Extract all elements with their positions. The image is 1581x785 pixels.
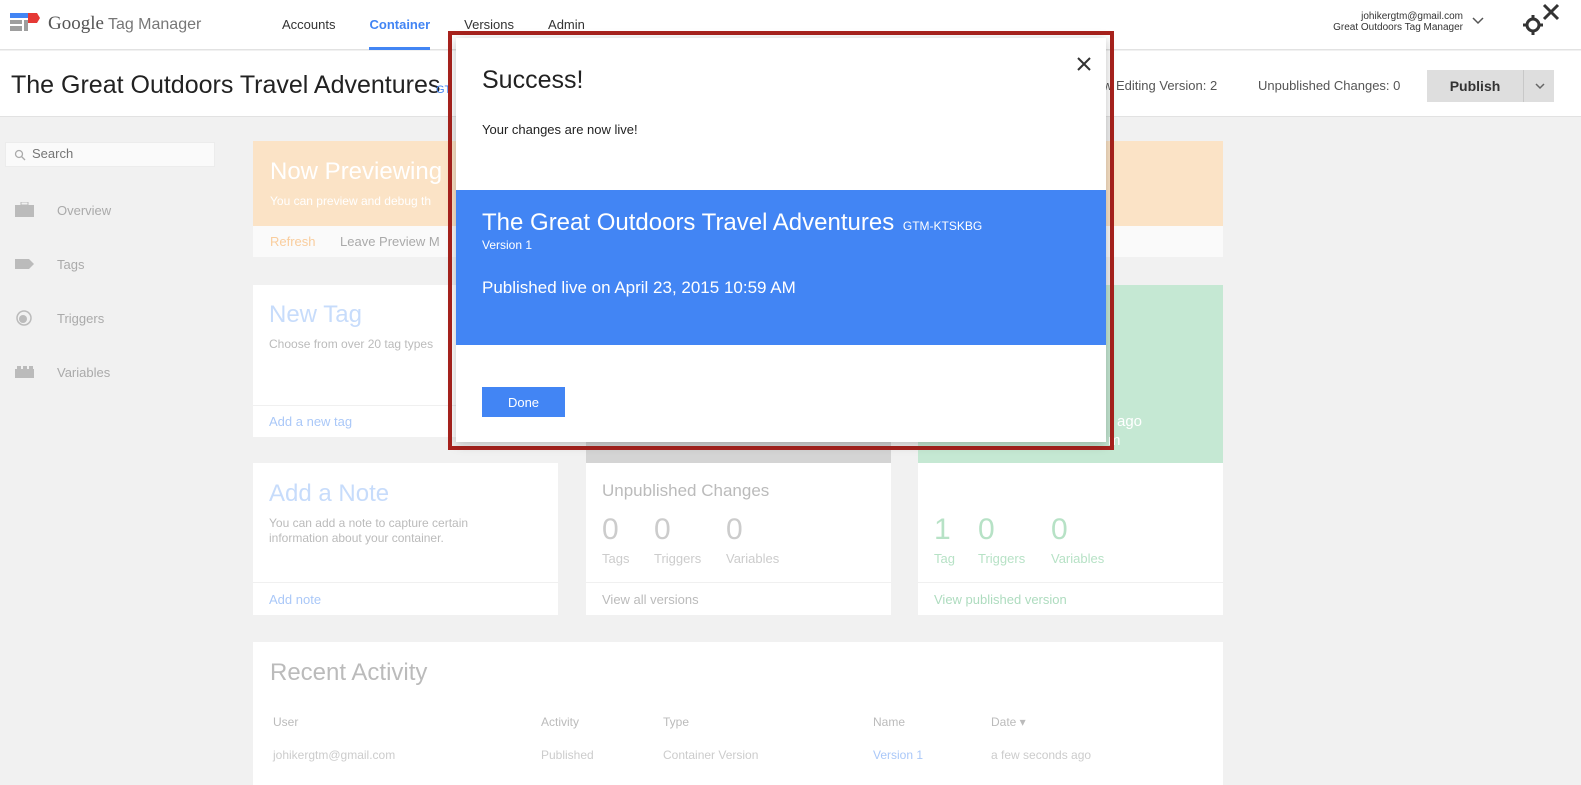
card-description: Choose from over 20 tag types [269, 337, 434, 351]
stat-value: 0 [726, 513, 743, 546]
divider [918, 582, 1223, 583]
column-header-date[interactable]: Date ▾ [991, 715, 1026, 729]
search-icon [14, 149, 26, 161]
stat-value: 0 [654, 513, 671, 546]
briefcase-icon [15, 202, 34, 217]
stat-label: Tags [602, 551, 630, 566]
card-title: Add a Note [269, 480, 390, 507]
table-cell-type: Container Version [663, 748, 759, 762]
logo-product-text: Tag Manager [107, 16, 202, 33]
chevron-down-icon[interactable] [1471, 14, 1485, 28]
stat-value: 1 [934, 513, 951, 546]
stat-value: 0 [602, 513, 619, 546]
sidebar-item-label: Variables [57, 364, 111, 380]
refresh-link[interactable]: Refresh [270, 234, 316, 249]
nav-container[interactable]: Container [369, 0, 431, 50]
column-header-activity: Activity [541, 715, 580, 729]
unpublished-changes-count: Unpublished Changes: 0 [1258, 78, 1401, 93]
blocks-icon [15, 366, 34, 378]
published-container-id: GTM-KTSKBG [902, 219, 983, 233]
published-version-summary: The Great Outdoors Travel Adventures GTM… [456, 190, 1106, 345]
column-header-name: Name [873, 715, 906, 729]
done-button[interactable]: Done [482, 387, 565, 417]
sidebar-item-label: Triggers [57, 310, 105, 326]
preview-subtitle: You can preview and debug th [270, 194, 432, 208]
card-description: You can add a note to capture certain [269, 516, 469, 530]
trigger-icon [16, 310, 32, 326]
nav-accounts[interactable]: Accounts [282, 0, 335, 50]
publish-menu-button[interactable] [1523, 70, 1554, 102]
published-stats-card: 1 Tag 0 Triggers 0 Variables View publis… [918, 463, 1223, 615]
container-title: The Great Outdoors Travel Adventures [11, 71, 441, 99]
unpublished-changes-card: Unpublished Changes 0 Tags 0 Triggers 0 … [586, 463, 891, 615]
sidebar-item-tags[interactable]: Tags [14, 254, 84, 274]
column-header-user: User [273, 715, 299, 729]
publish-button[interactable]: Publish [1427, 70, 1523, 102]
stat-label: Variables [1051, 551, 1105, 566]
stat-value: 0 [978, 513, 995, 546]
leave-preview-link[interactable]: Leave Preview M [340, 234, 440, 249]
stat-label: Variables [726, 551, 780, 566]
column-header-type: Type [663, 715, 690, 729]
stat-label: Tag [934, 551, 955, 566]
stat-value: 0 [1051, 513, 1068, 546]
stat-label: Triggers [654, 551, 702, 566]
dialog-title: Success! [482, 66, 584, 94]
table-cell-date: a few seconds ago [991, 748, 1092, 762]
view-all-versions-link[interactable]: View all versions [602, 592, 699, 607]
account-email: johikergtm@gmail.com [1361, 11, 1463, 22]
preview-title: Now Previewing [270, 158, 443, 185]
recent-activity-card: Recent Activity User Activity Type Name … [253, 642, 1223, 785]
add-note-link[interactable]: Add note [269, 592, 321, 607]
product-logo[interactable]: Google Tag Manager [48, 13, 201, 35]
success-dialog: Success! Your changes are now live! The … [456, 38, 1106, 442]
view-published-version-link[interactable]: View published version [934, 592, 1067, 607]
close-icon[interactable] [1075, 55, 1093, 73]
table-cell-activity: Published [541, 748, 594, 762]
recent-activity-title: Recent Activity [270, 659, 428, 686]
account-name: Great Outdoors Tag Manager [1333, 22, 1463, 33]
container-name-text: The Great Outdoors Travel Adventures [482, 209, 895, 236]
published-ago-text: ago [1117, 413, 1143, 430]
published-container-name: The Great Outdoors Travel Adventures GTM… [482, 209, 982, 237]
sidebar-item-overview[interactable]: Overview [14, 200, 111, 220]
sidebar-item-label: Overview [57, 202, 112, 218]
sidebar-item-label: Tags [57, 256, 85, 272]
editing-version: w Editing Version: 2 [1103, 78, 1218, 93]
sidebar-search[interactable] [5, 142, 215, 167]
add-new-tag-link[interactable]: Add a new tag [269, 414, 352, 429]
published-timestamp: Published live on April 23, 2015 10:59 A… [482, 278, 796, 297]
sidebar-item-variables[interactable]: Variables [14, 362, 110, 382]
chevron-down-icon [1535, 83, 1545, 90]
logo-google-text: Google [48, 13, 104, 34]
tag-manager-logo-icon [10, 13, 40, 31]
search-input[interactable] [32, 146, 202, 161]
published-version-label: Version 1 [482, 238, 533, 252]
stat-label: Triggers [978, 551, 1026, 566]
divider [253, 582, 558, 583]
gear-tools-icon[interactable] [1522, 3, 1562, 35]
version-link[interactable]: Version 1 [873, 748, 923, 762]
account-switcher[interactable]: johikergtm@gmail.com Great Outdoors Tag … [1333, 11, 1463, 33]
card-title: Unpublished Changes [602, 481, 770, 500]
card-description: information about your container. [269, 531, 444, 545]
table-cell-user: johikergtm@gmail.com [273, 748, 396, 762]
card-title: New Tag [269, 301, 362, 328]
divider [586, 582, 891, 583]
tag-icon [15, 259, 34, 269]
sidebar-item-triggers[interactable]: Triggers [14, 308, 104, 328]
add-note-card: Add a Note You can add a note to capture… [253, 463, 558, 615]
dialog-message: Your changes are now live! [482, 122, 638, 137]
